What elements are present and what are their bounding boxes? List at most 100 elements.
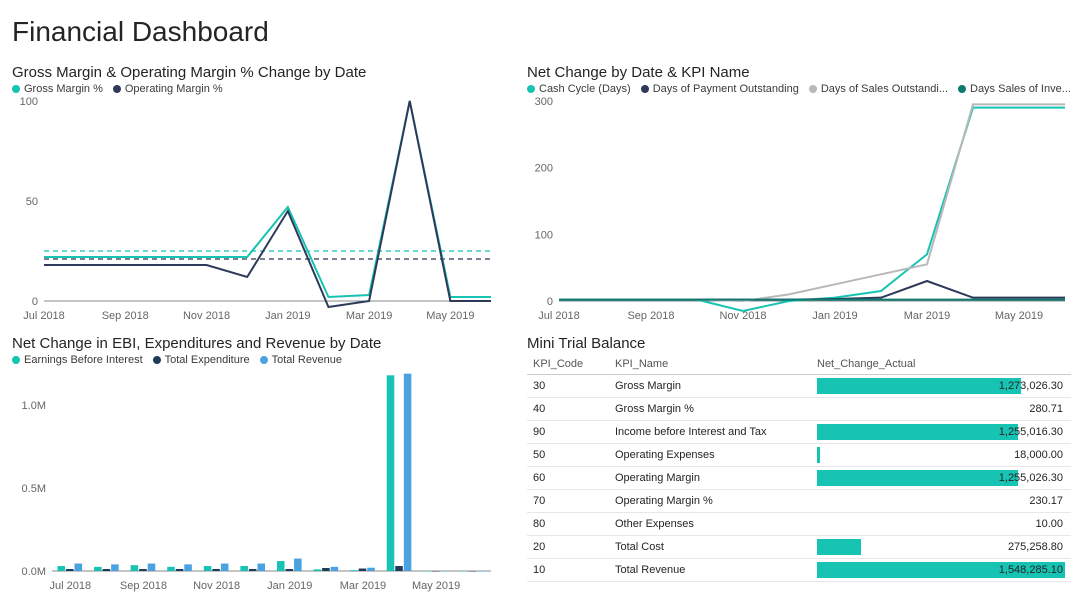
legend-label: Gross Margin % xyxy=(24,83,103,95)
legend-swatch-icon xyxy=(809,85,817,93)
legend-label: Total Revenue xyxy=(272,354,342,366)
legend-item[interactable]: Gross Margin % xyxy=(12,83,103,95)
legend-label: Days of Payment Outstanding xyxy=(653,83,799,95)
svg-text:0.5M: 0.5M xyxy=(22,483,46,495)
svg-text:0.0M: 0.0M xyxy=(22,566,46,578)
chart-ebi-plot: 0.0M 0.5M 1.0M Jul 2018 Sep 2018 Nov 2018 Jan … xyxy=(12,368,497,595)
table-row[interactable]: 30Gross Margin1,273,026.30 xyxy=(527,375,1071,398)
legend-item[interactable]: Days Sales of Inve... xyxy=(958,83,1071,95)
trial-balance[interactable]: Mini Trial Balance KPI_CodeKPI_NameNet_C… xyxy=(527,335,1071,595)
svg-text:Mar 2019: Mar 2019 xyxy=(904,310,950,322)
svg-text:1.0M: 1.0M xyxy=(22,400,46,412)
chart-kpi-plot: 0100200300Jul 2018Sep 2018Nov 2018Jan 20… xyxy=(527,97,1071,325)
table-row[interactable]: 80Other Expenses10.00 xyxy=(527,513,1071,536)
svg-text:May 2019: May 2019 xyxy=(995,310,1043,322)
kpi-code-cell: 50 xyxy=(527,444,609,467)
svg-text:0: 0 xyxy=(32,296,38,308)
svg-text:100: 100 xyxy=(535,229,553,241)
net-change-cell: 1,273,026.30 xyxy=(811,375,1071,398)
legend-swatch-icon xyxy=(12,85,20,93)
legend-swatch-icon xyxy=(527,85,535,93)
kpi-name-cell: Operating Margin % xyxy=(609,490,811,513)
net-change-cell: 18,000.00 xyxy=(811,444,1071,467)
svg-text:Jul 2018: Jul 2018 xyxy=(538,310,580,322)
legend-item[interactable]: Total Expenditure xyxy=(153,354,250,366)
chart-margins-title: Gross Margin & Operating Margin % Change… xyxy=(12,64,497,81)
svg-text:May 2019: May 2019 xyxy=(412,580,460,592)
legend-item[interactable]: Days of Sales Outstandi... xyxy=(809,83,948,95)
chart-ebi-legend: Earnings Before Interest Total Expenditur… xyxy=(12,354,497,366)
legend-swatch-icon xyxy=(260,356,268,364)
chart-margins-plot: 050100Jul 2018Sep 2018Nov 2018Jan 2019Ma… xyxy=(12,97,497,325)
chart-margins[interactable]: Gross Margin & Operating Margin % Change… xyxy=(12,64,497,325)
legend-item[interactable]: Earnings Before Interest xyxy=(12,354,143,366)
kpi-code-cell: 90 xyxy=(527,421,609,444)
kpi-name-cell: Income before Interest and Tax xyxy=(609,421,811,444)
chart-kpi-legend: Cash Cycle (Days) Days of Payment Outstan… xyxy=(527,83,1071,95)
legend-item[interactable]: Cash Cycle (Days) xyxy=(527,83,631,95)
kpi-name-cell: Other Expenses xyxy=(609,513,811,536)
legend-item[interactable]: Operating Margin % xyxy=(113,83,223,95)
table-header[interactable]: Net_Change_Actual xyxy=(811,354,1071,375)
table-row[interactable]: 90Income before Interest and Tax1,255,01… xyxy=(527,421,1071,444)
legend-label: Days Sales of Inve... xyxy=(970,83,1071,95)
table-row[interactable]: 40Gross Margin %280.71 xyxy=(527,398,1071,421)
svg-text:100: 100 xyxy=(20,97,38,108)
legend-item[interactable]: Total Revenue xyxy=(260,354,342,366)
svg-text:Sep 2018: Sep 2018 xyxy=(102,310,149,322)
svg-text:Sep 2018: Sep 2018 xyxy=(627,310,674,322)
svg-text:May 2019: May 2019 xyxy=(426,310,474,322)
kpi-name-cell: Gross Margin % xyxy=(609,398,811,421)
table-row[interactable]: 50Operating Expenses18,000.00 xyxy=(527,444,1071,467)
kpi-name-cell: Gross Margin xyxy=(609,375,811,398)
svg-text:Jan 2019: Jan 2019 xyxy=(267,580,312,592)
chart-ebi-title: Net Change in EBI, Expenditures and Reve… xyxy=(12,335,497,352)
net-change-cell: 230.17 xyxy=(811,490,1071,513)
trial-balance-title: Mini Trial Balance xyxy=(527,335,1071,352)
net-change-cell: 275,258.80 xyxy=(811,536,1071,559)
svg-text:50: 50 xyxy=(26,196,38,208)
kpi-code-cell: 60 xyxy=(527,467,609,490)
svg-text:Nov 2018: Nov 2018 xyxy=(193,580,240,592)
legend-label: Operating Margin % xyxy=(125,83,223,95)
table-row[interactable]: 20Total Cost275,258.80 xyxy=(527,536,1071,559)
chart-kpi[interactable]: Net Change by Date & KPI Name Cash Cycle… xyxy=(527,64,1071,325)
kpi-code-cell: 20 xyxy=(527,536,609,559)
table-header[interactable]: KPI_Code xyxy=(527,354,609,375)
chart-margins-legend: Gross Margin % Operating Margin % xyxy=(12,83,497,95)
chart-ebi[interactable]: Net Change in EBI, Expenditures and Reve… xyxy=(12,335,497,595)
net-change-cell: 1,255,016.30 xyxy=(811,421,1071,444)
trial-balance-table: KPI_CodeKPI_NameNet_Change_Actual 30Gros… xyxy=(527,354,1071,582)
svg-text:Jan 2019: Jan 2019 xyxy=(812,310,857,322)
table-row[interactable]: 70Operating Margin %230.17 xyxy=(527,490,1071,513)
kpi-name-cell: Operating Margin xyxy=(609,467,811,490)
svg-text:Jul 2018: Jul 2018 xyxy=(23,310,65,322)
svg-text:Mar 2019: Mar 2019 xyxy=(346,310,392,322)
kpi-code-cell: 30 xyxy=(527,375,609,398)
page-title: Financial Dashboard xyxy=(12,16,1071,48)
legend-swatch-icon xyxy=(113,85,121,93)
svg-text:300: 300 xyxy=(535,97,553,108)
svg-text:200: 200 xyxy=(535,163,553,175)
kpi-code-cell: 80 xyxy=(527,513,609,536)
net-change-cell: 1,548,285.10 xyxy=(811,559,1071,582)
legend-item[interactable]: Days of Payment Outstanding xyxy=(641,83,799,95)
svg-text:Nov 2018: Nov 2018 xyxy=(183,310,230,322)
table-row[interactable]: 10Total Revenue1,548,285.10 xyxy=(527,559,1071,582)
svg-text:Sep 2018: Sep 2018 xyxy=(120,580,167,592)
table-row[interactable]: 60Operating Margin1,255,026.30 xyxy=(527,467,1071,490)
legend-label: Days of Sales Outstandi... xyxy=(821,83,948,95)
table-header[interactable]: KPI_Name xyxy=(609,354,811,375)
legend-swatch-icon xyxy=(153,356,161,364)
legend-label: Cash Cycle (Days) xyxy=(539,83,631,95)
kpi-name-cell: Total Revenue xyxy=(609,559,811,582)
legend-label: Total Expenditure xyxy=(165,354,250,366)
svg-text:Mar 2019: Mar 2019 xyxy=(340,580,386,592)
kpi-name-cell: Operating Expenses xyxy=(609,444,811,467)
kpi-code-cell: 70 xyxy=(527,490,609,513)
net-change-cell: 280.71 xyxy=(811,398,1071,421)
legend-swatch-icon xyxy=(12,356,20,364)
kpi-code-cell: 10 xyxy=(527,559,609,582)
svg-text:Jul 2018: Jul 2018 xyxy=(49,580,91,592)
legend-swatch-icon xyxy=(641,85,649,93)
